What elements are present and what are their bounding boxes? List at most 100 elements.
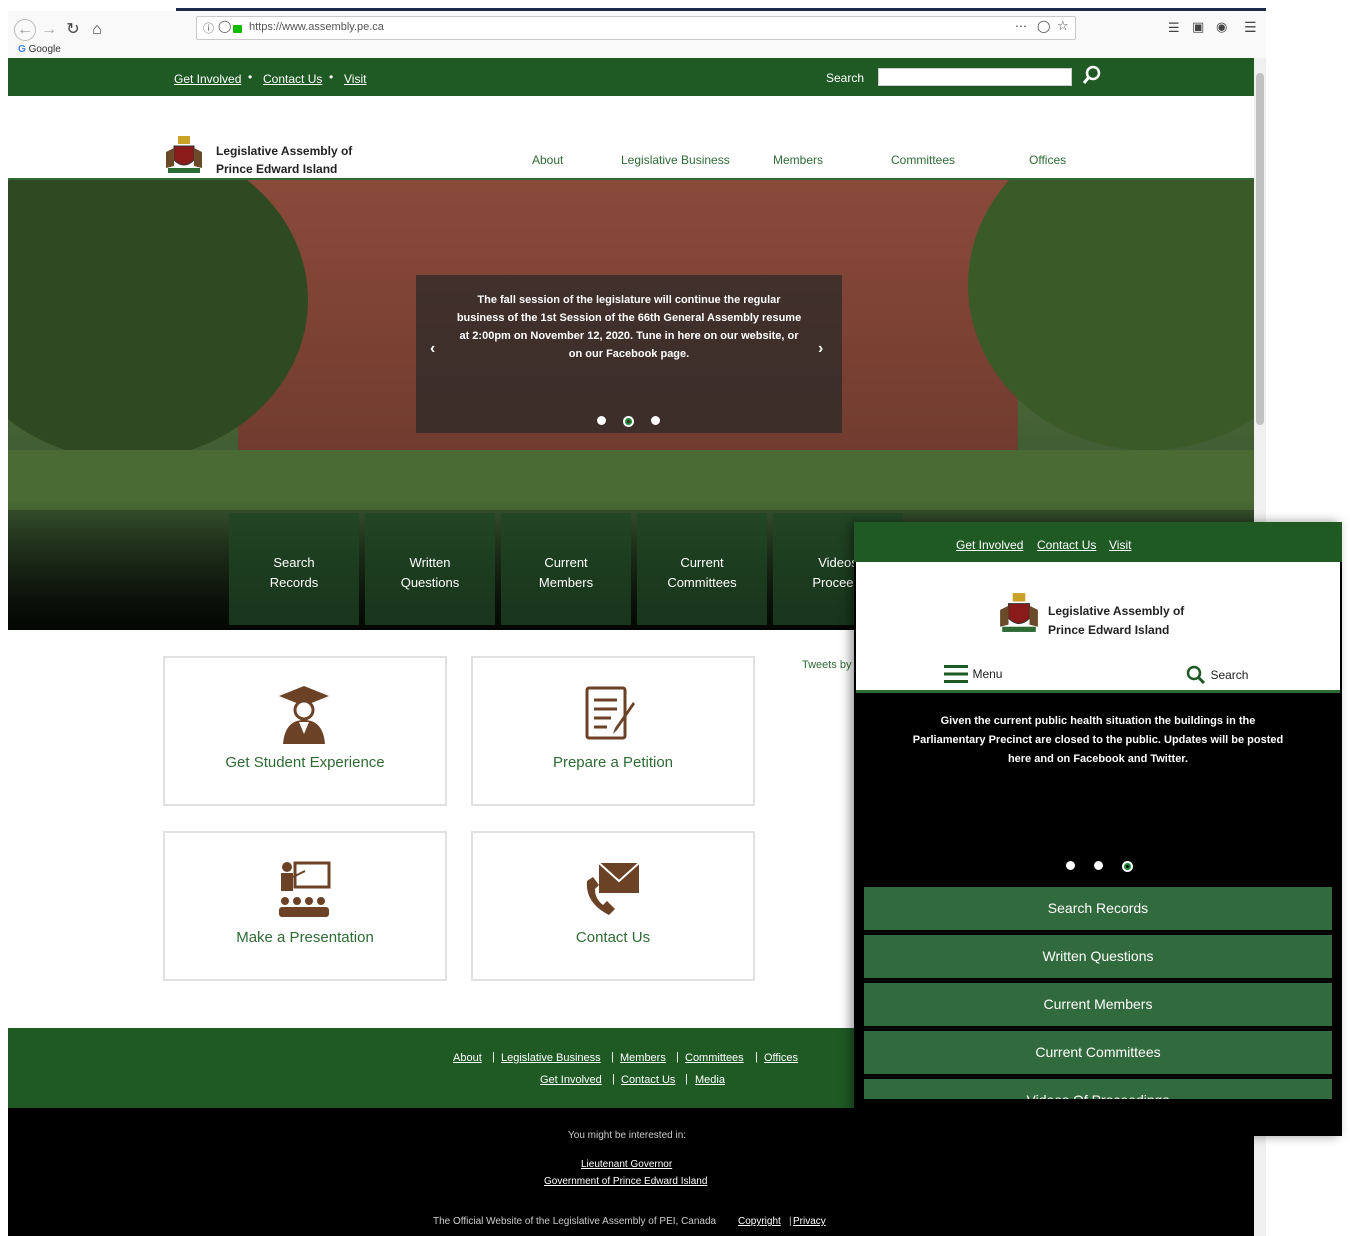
mobile-carousel-dot-2[interactable] xyxy=(1094,861,1103,870)
carousel-caption-box: The fall session of the legislature will… xyxy=(416,275,842,433)
carousel-dot-2-active[interactable] xyxy=(623,416,634,427)
scrollbar-thumb[interactable] xyxy=(1256,73,1264,425)
site-topbar: Get Involved • Contact Us • Visit Search xyxy=(8,58,1254,96)
card-make-presentation[interactable]: Make a Presentation xyxy=(163,831,447,981)
tweets-by-label[interactable]: Tweets by xyxy=(802,659,852,671)
coat-of-arms-logo[interactable] xyxy=(164,132,204,176)
back-arrow-icon[interactable]: ← xyxy=(14,19,36,41)
search-label: Search xyxy=(826,71,865,85)
mobile-tile-videos-clip: Videos Of Proceedings xyxy=(864,1079,1332,1099)
link-government-pei[interactable]: Government of Prince Edward Island xyxy=(544,1176,707,1187)
card-contact-us[interactable]: Contact Us xyxy=(471,831,755,981)
hamburger-menu-icon[interactable]: ☰ xyxy=(1244,19,1257,36)
mobile-top-link-get-involved[interactable]: Get Involved xyxy=(956,538,1023,552)
mobile-menu-button[interactable]: Menu xyxy=(944,664,1002,684)
pocket-icon[interactable]: ◯ xyxy=(1037,19,1050,33)
link-copyright[interactable]: Copyright xyxy=(738,1216,781,1227)
footer-link-offices[interactable]: Offices xyxy=(764,1052,798,1064)
mobile-top-link-visit[interactable]: Visit xyxy=(1109,538,1131,552)
phone-mail-icon xyxy=(586,862,640,915)
mobile-carousel-caption: Given the current public health situatio… xyxy=(912,715,1284,765)
mobile-tile-current-committees[interactable]: Current Committees xyxy=(864,1031,1332,1074)
tile-search-records[interactable]: Search Records xyxy=(229,513,359,625)
card-student-experience[interactable]: Get Student Experience xyxy=(163,656,447,806)
url-text[interactable]: https://www.assembly.pe.ca xyxy=(249,21,384,33)
link-privacy[interactable]: Privacy xyxy=(793,1216,826,1227)
card-prepare-petition[interactable]: Prepare a Petition xyxy=(471,656,755,806)
tile-written-questions[interactable]: Written Questions xyxy=(365,513,495,625)
mobile-menu-label: Menu xyxy=(972,667,1003,681)
nav-committees[interactable]: Committees xyxy=(891,153,955,167)
mobile-logo-title-line1[interactable]: Legislative Assembly of xyxy=(1048,602,1184,621)
lock-icon[interactable] xyxy=(233,25,242,33)
footer-link-legislative-business[interactable]: Legislative Business xyxy=(501,1052,601,1064)
search-icon[interactable] xyxy=(1082,65,1102,85)
footer-link-about[interactable]: About xyxy=(453,1052,482,1064)
tile-label-line2: Records xyxy=(269,575,319,590)
address-bar[interactable]: ⓘ ◯ https://www.assembly.pe.ca ⋯ ◯ ☆ xyxy=(196,16,1076,40)
card-label: Make a Presentation xyxy=(236,929,374,946)
nav-legislative-business[interactable]: Legislative Business xyxy=(621,153,730,167)
tile-label-line2: Questions xyxy=(400,575,460,590)
separator-dot: • xyxy=(248,70,253,84)
footer-separator: | xyxy=(789,1216,792,1227)
footer-separator: | xyxy=(492,1051,495,1063)
search-input[interactable] xyxy=(878,68,1072,86)
link-lieutenant-governor[interactable]: Lieutenant Governor xyxy=(581,1159,672,1170)
footer-link-contact-us[interactable]: Contact Us xyxy=(621,1074,675,1086)
tile-current-members[interactable]: Current Members xyxy=(501,513,631,625)
footer-link-members[interactable]: Members xyxy=(620,1052,666,1064)
interested-label: You might be interested in: xyxy=(568,1130,687,1141)
mobile-view-screenshot: Get Involved Contact Us Visit Legislativ… xyxy=(854,522,1342,1136)
top-link-contact-us[interactable]: Contact Us xyxy=(263,72,322,86)
official-website-text: The Official Website of the Legislative … xyxy=(433,1216,717,1227)
nav-offices[interactable]: Offices xyxy=(1029,153,1066,167)
nav-members[interactable]: Members xyxy=(773,153,823,167)
home-icon[interactable]: ⌂ xyxy=(86,19,108,41)
info-icon[interactable]: ⓘ xyxy=(203,20,214,36)
library-icon[interactable]: ☰ xyxy=(1168,20,1180,36)
tile-label-line2: Committees xyxy=(667,575,737,590)
hamburger-menu-icon xyxy=(944,665,968,683)
petition-document-icon xyxy=(585,686,635,740)
shield-icon[interactable]: ◯ xyxy=(218,19,231,33)
top-link-get-involved[interactable]: Get Involved xyxy=(174,72,241,86)
carousel-dot-1[interactable] xyxy=(597,416,606,425)
logo-title-line2[interactable]: Prince Edward Island xyxy=(216,160,352,178)
tile-label-line1: Search xyxy=(273,555,315,570)
mobile-top-link-contact-us[interactable]: Contact Us xyxy=(1037,538,1096,552)
search-icon xyxy=(1186,665,1206,685)
mobile-header: Legislative Assembly of Prince Edward Is… xyxy=(856,562,1340,693)
logo-title-line1[interactable]: Legislative Assembly of xyxy=(216,142,352,160)
footer-link-get-involved[interactable]: Get Involved xyxy=(540,1074,602,1086)
carousel-prev-icon[interactable]: ‹ xyxy=(430,340,435,358)
footer-separator: | xyxy=(676,1051,679,1063)
reload-icon[interactable]: ↻ xyxy=(62,19,84,41)
footer-link-committees[interactable]: Committees xyxy=(685,1052,744,1064)
browser-toolbar: ← → ↻ ⌂ ⓘ ◯ https://www.assembly.pe.ca ⋯… xyxy=(8,11,1266,58)
sidebar-icon[interactable]: ▣ xyxy=(1192,19,1204,35)
carousel-dot-3[interactable] xyxy=(651,416,660,425)
forward-arrow-icon[interactable]: → xyxy=(38,19,60,41)
mobile-tile-search-records[interactable]: Search Records xyxy=(864,887,1332,930)
bookmark-google[interactable]: Google xyxy=(29,44,61,55)
mobile-tile-videos-proceedings[interactable]: Videos Of Proceedings xyxy=(864,1079,1332,1099)
footer-link-media[interactable]: Media xyxy=(695,1074,725,1086)
bookmark-star-icon[interactable]: ☆ xyxy=(1057,18,1069,34)
card-label: Contact Us xyxy=(575,929,651,946)
mobile-bottom-bar xyxy=(854,1099,1342,1136)
tile-current-committees[interactable]: Current Committees xyxy=(637,513,767,625)
carousel-next-icon[interactable]: › xyxy=(818,340,823,358)
mobile-coat-of-arms-logo[interactable] xyxy=(998,588,1040,636)
top-link-visit[interactable]: Visit xyxy=(344,72,366,86)
mobile-carousel-dot-1[interactable] xyxy=(1066,861,1075,870)
more-actions-icon[interactable]: ⋯ xyxy=(1015,19,1027,33)
mobile-carousel-dot-3-active[interactable] xyxy=(1122,861,1133,872)
mobile-tile-current-members[interactable]: Current Members xyxy=(864,983,1332,1026)
extension-icon[interactable]: ◉ xyxy=(1216,19,1227,35)
mobile-tile-written-questions[interactable]: Written Questions xyxy=(864,935,1332,978)
site-header: Legislative Assembly of Prince Edward Is… xyxy=(8,96,1254,180)
mobile-search-button[interactable]: Search xyxy=(1186,665,1248,685)
nav-about[interactable]: About xyxy=(532,153,563,167)
mobile-logo-title-line2[interactable]: Prince Edward Island xyxy=(1048,621,1184,640)
